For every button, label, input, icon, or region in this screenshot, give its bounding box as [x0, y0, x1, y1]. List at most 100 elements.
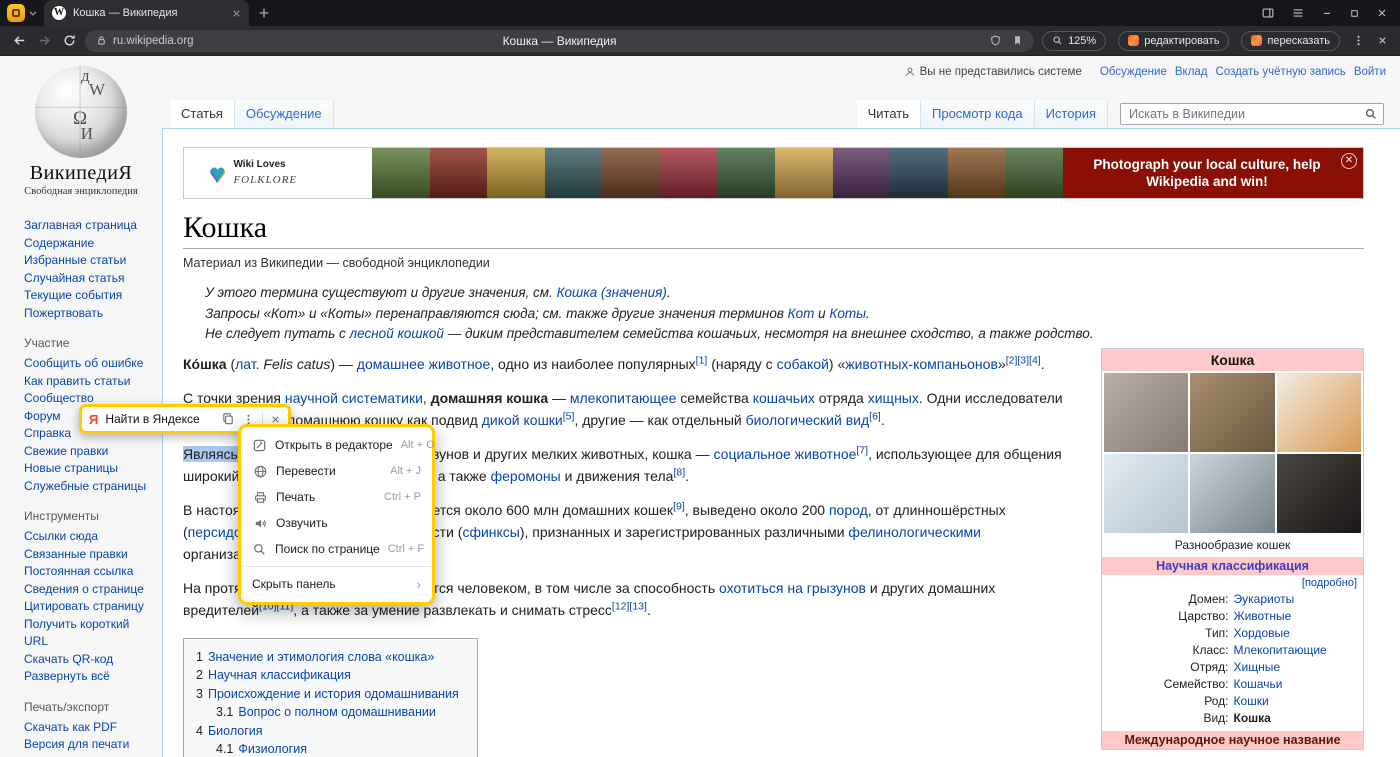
personal-link[interactable]: Войти: [1354, 66, 1386, 78]
forward-icon[interactable]: [37, 33, 52, 48]
chevron-down-icon[interactable]: [28, 8, 38, 18]
taxonomy-value-link[interactable]: Млекопитающие: [1233, 642, 1364, 659]
sidebar-item[interactable]: Избранные статьи: [24, 252, 156, 270]
toc-link[interactable]: 3.1Вопрос о полном одомашнивании: [216, 705, 436, 719]
article-link[interactable]: животных-компаньонов: [845, 356, 998, 372]
reference-link[interactable]: [8]: [673, 466, 685, 478]
tab-close-icon[interactable]: [232, 9, 241, 18]
sidebar-item[interactable]: Сообщить об ошибке: [24, 355, 156, 373]
back-icon[interactable]: [12, 33, 27, 48]
sidebar-item[interactable]: Сведения о странице: [24, 581, 156, 599]
wikipedia-logo[interactable]: WΩИд ВикипедиЯ Свободная энциклопедия: [0, 56, 162, 197]
taxonomy-value-link[interactable]: Животные: [1233, 608, 1364, 625]
namespace-tab[interactable]: Статья: [170, 100, 235, 128]
cat-photo[interactable]: [1104, 454, 1188, 533]
article-link[interactable]: научной систематики: [285, 390, 423, 406]
taxonomy-value-link[interactable]: Кошка: [1233, 710, 1364, 727]
view-tab[interactable]: История: [1035, 100, 1108, 128]
sidebar-item[interactable]: Новые страницы: [24, 460, 156, 478]
cat-photo[interactable]: [1277, 454, 1361, 533]
banner-close-icon[interactable]: ✕: [1341, 153, 1357, 169]
lock-icon[interactable]: [95, 34, 108, 47]
sidebar-item[interactable]: Ссылки сюда: [24, 528, 156, 546]
view-tab[interactable]: Читать: [857, 100, 921, 128]
reference-link[interactable]: [1]: [696, 354, 708, 366]
side-panel-icon[interactable]: [1261, 6, 1275, 20]
article-link[interactable]: феромоны: [491, 468, 561, 484]
taxonomy-value-link[interactable]: Кошачьи: [1233, 676, 1364, 693]
search-input[interactable]: [1120, 103, 1384, 125]
article-link[interactable]: охотиться на грызунов: [719, 580, 866, 596]
menu-item[interactable]: Озвучить: [241, 510, 432, 536]
sidebar-item[interactable]: Версия для печати: [24, 736, 156, 754]
toc-link[interactable]: 4Биология: [196, 724, 263, 738]
toc-link[interactable]: 4.1Физиология: [216, 742, 307, 756]
article-link[interactable]: собакой: [777, 356, 829, 372]
protect-shield-icon[interactable]: [989, 34, 1002, 47]
sidebar-item[interactable]: Содержание: [24, 235, 156, 253]
article-link[interactable]: хищных: [868, 390, 919, 406]
cat-photo[interactable]: [1190, 454, 1274, 533]
sidebar-item[interactable]: Служебные страницы: [24, 478, 156, 496]
sidebar-item[interactable]: Получить короткий URL: [24, 616, 156, 651]
sidebar-item[interactable]: Цитировать страницу: [24, 598, 156, 616]
article-link[interactable]: сфинксы: [462, 524, 519, 540]
sidebar-item[interactable]: Скачать QR-код: [24, 651, 156, 669]
article-link[interactable]: пород: [829, 502, 868, 518]
menu-item[interactable]: Поиск по странице Ctrl + F: [241, 536, 432, 562]
personal-link[interactable]: Создать учётную запись: [1216, 66, 1346, 78]
article-link[interactable]: дикой кошки: [482, 412, 563, 428]
toc-link[interactable]: 1Значение и этимология слова «кошка»: [196, 650, 434, 664]
search-icon[interactable]: [1364, 107, 1378, 121]
view-tab[interactable]: Просмотр кода: [921, 100, 1035, 128]
menu-item[interactable]: Перевести Alt + J: [241, 458, 432, 484]
taxonomy-value-link[interactable]: Хордовые: [1233, 625, 1364, 642]
browser-tab[interactable]: W Кошка — Википедия: [44, 0, 249, 26]
toolbar-close-icon[interactable]: [1377, 35, 1388, 46]
taxonomy-value-link[interactable]: Эукариоты: [1233, 591, 1364, 608]
article-link[interactable]: лат.: [235, 356, 259, 372]
reference-link[interactable]: [12][13]: [612, 601, 647, 613]
menu-item[interactable]: Открыть в редакторе Alt + O: [241, 432, 432, 458]
personal-link[interactable]: Вклад: [1175, 66, 1208, 78]
sidebar-item[interactable]: Как править статьи: [24, 373, 156, 391]
details-link[interactable]: [подробно]: [1302, 577, 1357, 589]
retell-badge[interactable]: пересказать: [1241, 31, 1340, 51]
copy-icon[interactable]: [221, 412, 235, 426]
taxonomy-value-link[interactable]: Кошки: [1233, 693, 1364, 710]
article-link[interactable]: млекопитающее: [570, 390, 677, 406]
sidebar-item[interactable]: Постоянная ссылка: [24, 563, 156, 581]
sidebar-item[interactable]: Случайная статья: [24, 270, 156, 288]
bookmark-flag-icon[interactable]: [1011, 34, 1024, 47]
sidebar-item[interactable]: Скачать как PDF: [24, 719, 156, 737]
browser-profile-button[interactable]: [7, 4, 25, 22]
reference-link[interactable]: [6]: [869, 410, 881, 422]
wiki-loves-folklore-banner[interactable]: ♥ Wiki Loves FOLKLORE Photograph your lo…: [183, 147, 1364, 199]
namespace-tab[interactable]: Обсуждение: [235, 100, 334, 128]
reference-link[interactable]: [2][3][4]: [1006, 354, 1041, 366]
sidebar-item[interactable]: Пожертвовать: [24, 305, 156, 323]
sidebar-item[interactable]: Развернуть всё: [24, 668, 156, 686]
reference-link[interactable]: [9]: [673, 500, 685, 512]
search-in-yandex-button[interactable]: Найти в Яндексе: [105, 412, 214, 426]
article-link[interactable]: кошачьих: [753, 390, 815, 406]
cat-photo[interactable]: [1190, 373, 1274, 452]
article-link[interactable]: Коты: [829, 306, 866, 321]
toolbar-close-x-icon[interactable]: [270, 414, 281, 425]
more-options-icon[interactable]: [1352, 34, 1365, 47]
reference-link[interactable]: [7]: [856, 444, 868, 456]
sidebar-item[interactable]: Заглавная страница: [24, 217, 156, 235]
cat-photo[interactable]: [1277, 373, 1361, 452]
article-link[interactable]: социальное животное: [714, 446, 857, 462]
article-link[interactable]: лесной кошкой: [350, 326, 444, 341]
address-bar[interactable]: ru.wikipedia.org Кошка — Википедия: [85, 30, 1034, 52]
article-link[interactable]: домашнее животное: [357, 356, 490, 372]
minimize-icon[interactable]: [1321, 7, 1333, 19]
toc-link[interactable]: 2Научная классификация: [196, 668, 351, 682]
taxonomy-value-link[interactable]: Хищные: [1233, 659, 1364, 676]
sidebar-item[interactable]: Свежие правки: [24, 443, 156, 461]
article-link[interactable]: Кошка (значения): [557, 285, 667, 300]
reload-icon[interactable]: [62, 33, 77, 48]
sidebar-item[interactable]: Текущие события: [24, 287, 156, 305]
close-icon[interactable]: [1376, 7, 1388, 19]
